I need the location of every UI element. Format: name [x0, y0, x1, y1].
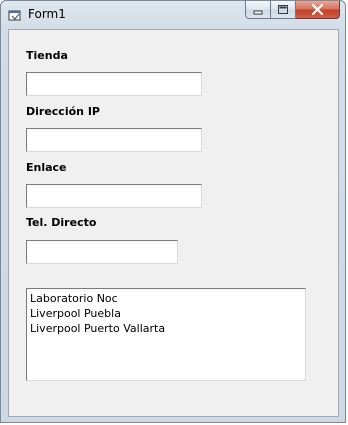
maximize-button[interactable] [271, 1, 296, 19]
minimize-button[interactable] [245, 1, 271, 19]
vb-form-icon[interactable] [8, 8, 22, 22]
form1-window: Form1 Tienda Dirección IP Enlace Tel. Di… [0, 0, 346, 423]
list-item[interactable]: Liverpool Puebla [30, 306, 302, 321]
direccion-ip-input[interactable] [26, 128, 202, 152]
enlace-label: Enlace [26, 161, 67, 174]
list-item[interactable]: Laboratorio Noc [30, 291, 302, 306]
list-item[interactable]: Liverpool Puerto Vallarta [30, 321, 302, 336]
window-title: Form1 [28, 7, 66, 21]
direccion-ip-label: Dirección IP [26, 105, 100, 118]
close-button[interactable] [296, 1, 340, 19]
tienda-input[interactable] [26, 72, 202, 96]
title-bar[interactable]: Form1 [1, 1, 345, 29]
enlace-input[interactable] [26, 184, 202, 208]
tienda-label: Tienda [26, 49, 68, 62]
tiendas-listbox[interactable]: Laboratorio Noc Liverpool Puebla Liverpo… [26, 288, 306, 381]
tel-directo-input[interactable] [26, 240, 178, 264]
form-client-area: Tienda Dirección IP Enlace Tel. Directo … [8, 29, 339, 417]
caption-buttons [245, 1, 340, 21]
tel-directo-label: Tel. Directo [26, 216, 97, 229]
